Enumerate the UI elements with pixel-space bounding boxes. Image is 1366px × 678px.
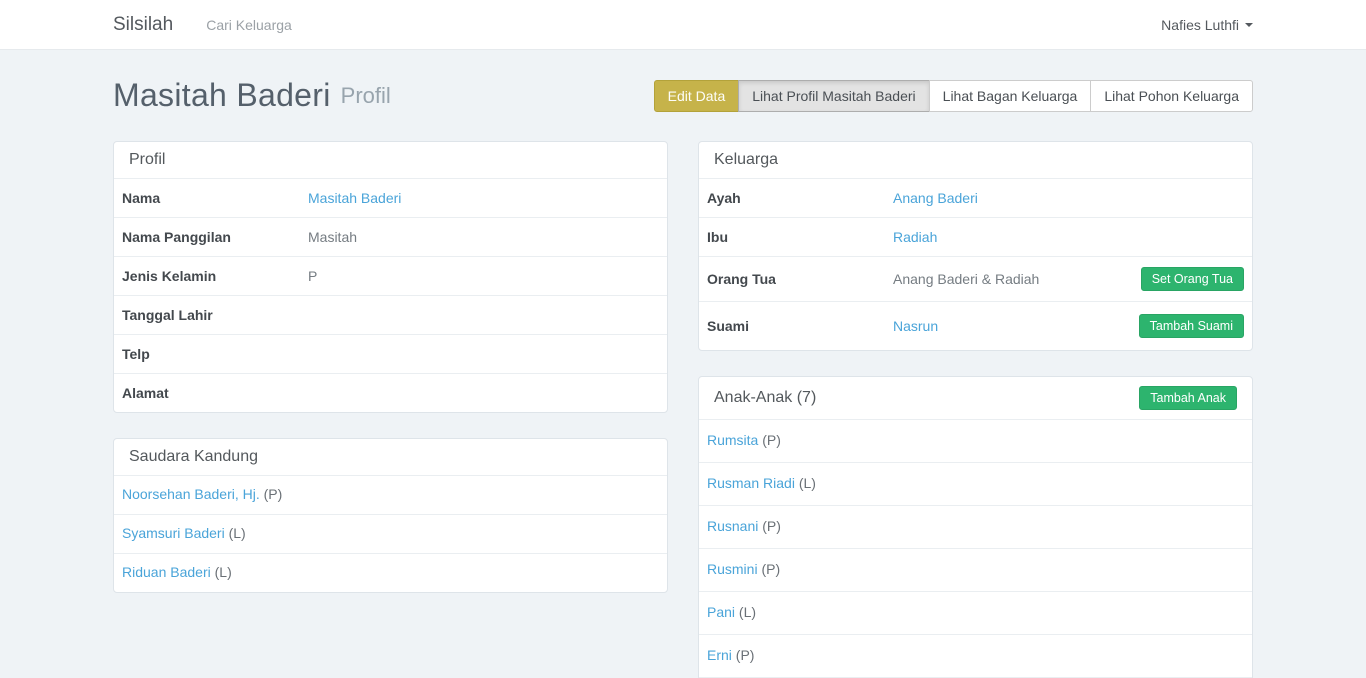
child-link[interactable]: Rusmini [707, 561, 758, 577]
table-row: Ayah Anang Baderi [699, 178, 1252, 217]
gender-label: (L) [799, 475, 816, 491]
row-value: Anang Baderi & Radiah [893, 271, 1131, 287]
child-link[interactable]: Rusman Riadi [707, 475, 795, 491]
chevron-down-icon [1245, 23, 1253, 27]
lihat-pohon-button[interactable]: Lihat Pohon Keluarga [1090, 80, 1253, 112]
edit-data-button[interactable]: Edit Data [654, 80, 740, 112]
list-item: Rusmini (P) [699, 548, 1252, 591]
list-item: Noorsehan Baderi, Hj. (P) [114, 475, 667, 514]
row-label: Tanggal Lahir [122, 307, 308, 323]
row-label: Ayah [707, 190, 893, 206]
gender-label: (P) [736, 647, 755, 663]
row-label: Orang Tua [707, 271, 893, 287]
ayah-link[interactable]: Anang Baderi [893, 190, 978, 206]
child-link[interactable]: Pani [707, 604, 735, 620]
row-label: Nama [122, 190, 308, 206]
profil-panel-title: Profil [114, 142, 667, 178]
row-label: Suami [707, 318, 893, 334]
sibling-link[interactable]: Riduan Baderi [122, 564, 211, 580]
anak-panel-title: Anak-Anak (7) [714, 389, 816, 407]
table-row: Tanggal Lahir [114, 295, 667, 334]
list-item: Rumsita (P) [699, 419, 1252, 462]
row-label: Alamat [122, 385, 308, 401]
row-value: P [308, 268, 659, 284]
child-link[interactable]: Rusnani [707, 518, 758, 534]
gender-label: (P) [264, 486, 283, 502]
list-item: Syamsuri Baderi (L) [114, 514, 667, 553]
page-header: Masitah Baderi Profil Edit Data Lihat Pr… [113, 77, 1253, 114]
top-navbar: Silsilah Cari Keluarga Nafies Luthfi [0, 0, 1366, 50]
sibling-link[interactable]: Noorsehan Baderi, Hj. [122, 486, 260, 502]
suami-link[interactable]: Nasrun [893, 318, 938, 334]
table-row: Suami Nasrun Tambah Suami [699, 301, 1252, 350]
list-item: Rusnani (P) [699, 505, 1252, 548]
gender-label: (P) [762, 518, 781, 534]
ibu-link[interactable]: Radiah [893, 229, 937, 245]
row-value: Masitah [308, 229, 659, 245]
keluarga-panel-title: Keluarga [699, 142, 1252, 178]
list-item: Erni (P) [699, 634, 1252, 677]
keluarga-panel: Keluarga Ayah Anang Baderi Ibu Radiah Or… [698, 141, 1253, 351]
row-label: Telp [122, 346, 308, 362]
table-row: Jenis Kelamin P [114, 256, 667, 295]
gender-label: (P) [762, 432, 781, 448]
row-label: Ibu [707, 229, 893, 245]
lihat-bagan-button[interactable]: Lihat Bagan Keluarga [929, 80, 1092, 112]
row-label: Jenis Kelamin [122, 268, 308, 284]
profile-action-group: Edit Data Lihat Profil Masitah Baderi Li… [654, 80, 1253, 112]
sibling-link[interactable]: Syamsuri Baderi [122, 525, 225, 541]
list-item: Rusman Riadi (L) [699, 462, 1252, 505]
child-link[interactable]: Erni [707, 647, 732, 663]
child-link[interactable]: Rumsita [707, 432, 758, 448]
brand-silsilah[interactable]: Silsilah [113, 14, 173, 36]
table-row: Orang Tua Anang Baderi & Radiah Set Oran… [699, 256, 1252, 301]
table-row: Ibu Radiah [699, 217, 1252, 256]
nama-link[interactable]: Masitah Baderi [308, 190, 401, 206]
tambah-anak-button[interactable]: Tambah Anak [1139, 386, 1237, 410]
tambah-suami-button[interactable]: Tambah Suami [1139, 314, 1244, 338]
row-label: Nama Panggilan [122, 229, 308, 245]
gender-label: (L) [739, 604, 756, 620]
user-name: Nafies Luthfi [1161, 17, 1239, 33]
anak-anak-panel: Anak-Anak (7) Tambah Anak Rumsita (P) Ru… [698, 376, 1253, 678]
gender-label: (L) [229, 525, 246, 541]
gender-label: (L) [215, 564, 232, 580]
gender-label: (P) [761, 561, 780, 577]
page-subtitle: Profil [341, 83, 391, 109]
profil-panel: Profil Nama Masitah Baderi Nama Panggila… [113, 141, 668, 413]
saudara-kandung-panel: Saudara Kandung Noorsehan Baderi, Hj. (P… [113, 438, 668, 593]
saudara-panel-title: Saudara Kandung [114, 439, 667, 475]
table-row: Telp [114, 334, 667, 373]
table-row: Nama Masitah Baderi [114, 178, 667, 217]
list-item: Pani (L) [699, 591, 1252, 634]
table-row: Nama Panggilan Masitah [114, 217, 667, 256]
table-row: Alamat [114, 373, 667, 412]
page-title: Masitah Baderi [113, 77, 331, 114]
user-dropdown[interactable]: Nafies Luthfi [1161, 17, 1253, 33]
nav-cari-keluarga[interactable]: Cari Keluarga [206, 17, 292, 33]
list-item: Riduan Baderi (L) [114, 553, 667, 592]
lihat-profil-button[interactable]: Lihat Profil Masitah Baderi [738, 80, 929, 112]
set-orang-tua-button[interactable]: Set Orang Tua [1141, 267, 1244, 291]
